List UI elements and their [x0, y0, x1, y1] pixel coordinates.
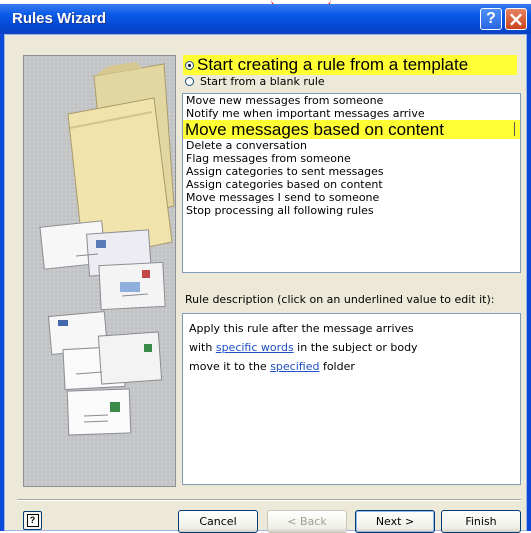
rule-description-label: Rule description (click on an underlined…	[185, 293, 495, 306]
blank-radio-button[interactable]	[185, 77, 194, 86]
list-item[interactable]: Assign categories to sent messages	[183, 165, 520, 178]
folder-envelopes-illustration	[39, 62, 175, 436]
description-line-1: Apply this rule after the message arrive…	[189, 319, 520, 338]
list-item-selected[interactable]: Move messages based on content	[183, 120, 520, 139]
question-mark-icon: ?	[486, 10, 496, 27]
finish-button[interactable]: Finish	[441, 510, 521, 533]
template-radio-option[interactable]: Start creating a rule from a template	[183, 55, 517, 75]
close-icon: ×	[507, 7, 525, 31]
rule-description-box: Apply this rule after the message arrive…	[182, 313, 521, 485]
title-help-button[interactable]: ?	[480, 8, 502, 30]
description-line-2: with specific words in the subject or bo…	[189, 338, 520, 357]
close-button[interactable]: ×	[505, 8, 527, 30]
blank-radio-label: Start from a blank rule	[200, 75, 325, 88]
text-caret	[514, 122, 515, 136]
dialog-body: Start creating a rule from a template St…	[4, 34, 527, 533]
window-title: Rules Wizard	[12, 10, 107, 27]
description-text: folder	[319, 360, 355, 373]
rule-template-list[interactable]: Move new messages from someone Notify me…	[182, 93, 521, 273]
title-bar[interactable]: Rules Wizard ? ×	[0, 4, 531, 34]
list-item[interactable]: Assign categories based on content	[183, 178, 520, 191]
description-line-3: move it to the specified folder	[189, 357, 520, 376]
template-radio-button[interactable]	[185, 60, 194, 70]
cancel-button[interactable]: Cancel	[178, 510, 258, 533]
blank-radio-option[interactable]: Start from a blank rule	[183, 75, 325, 88]
help-button[interactable]: ?	[23, 511, 42, 530]
list-item-selected-label: Move messages based on content	[185, 120, 444, 139]
list-item[interactable]: Delete a conversation	[183, 139, 520, 152]
description-text: in the subject or body	[293, 341, 418, 354]
help-icon: ?	[26, 514, 39, 527]
wizard-side-illustration	[23, 55, 176, 487]
footer-divider	[17, 499, 521, 501]
list-item[interactable]: Move new messages from someone	[183, 94, 520, 107]
description-text: Apply this rule after the message arrive…	[189, 322, 414, 335]
rules-wizard-window: Rules Wizard ? × Start creating a rule f…	[0, 4, 531, 533]
list-item[interactable]: Stop processing all following rules	[183, 204, 520, 217]
back-button[interactable]: < Back	[267, 510, 347, 533]
template-radio-label: Start creating a rule from a template	[197, 55, 469, 74]
specific-words-link[interactable]: specific words	[216, 341, 294, 354]
list-item[interactable]: Move messages I send to someone	[183, 191, 520, 204]
specified-folder-link[interactable]: specified	[270, 360, 319, 373]
description-text: move it to the	[189, 360, 271, 373]
description-text: with	[189, 341, 216, 354]
list-item[interactable]: Flag messages from someone	[183, 152, 520, 165]
next-button[interactable]: Next >	[355, 510, 435, 533]
list-item[interactable]: Notify me when important messages arrive	[183, 107, 520, 120]
